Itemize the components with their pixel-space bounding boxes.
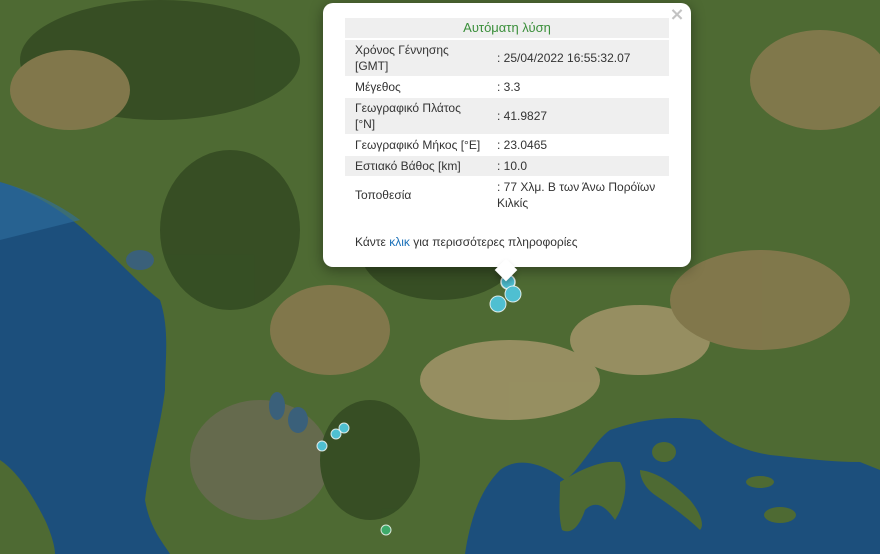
island-3 <box>764 507 796 523</box>
thasos-island <box>652 442 676 462</box>
earthquake-popup: × Αυτόματη λύση Χρόνος Γέννησης [GMT] : … <box>323 3 691 267</box>
popup-title: Αυτόματη λύση <box>345 18 669 38</box>
value-origin-time: : 25/04/2022 16:55:32.07 <box>487 40 669 76</box>
row-magnitude: Μέγεθος : 3.3 <box>345 77 669 97</box>
value-longitude: : 23.0465 <box>497 138 548 152</box>
row-depth: Εστιακό Βάθος [km] : 10.0 <box>345 156 669 176</box>
earthquake-marker[interactable] <box>330 428 342 440</box>
earthquake-info-table: Χρόνος Γέννησης [GMT] : 25/04/2022 16:55… <box>345 39 669 214</box>
earthquake-marker[interactable] <box>489 295 507 313</box>
label-location: Τοποθεσία <box>355 188 412 202</box>
value-location: : 77 Χλμ. Β των Άνω Πορόϊων Κιλκίς <box>497 180 656 210</box>
more-suffix: για περισσότερες πληροφορίες <box>413 235 578 249</box>
row-origin-time: Χρόνος Γέννησης [GMT] : 25/04/2022 16:55… <box>345 40 669 76</box>
earthquake-marker[interactable] <box>316 440 328 452</box>
lake-shkoder <box>126 250 154 270</box>
value-magnitude: : 3.3 <box>497 80 521 94</box>
more-prefix: Κάντε <box>355 235 386 249</box>
label-latitude: Γεωγραφικό Πλάτος [°N] <box>345 98 487 134</box>
label-origin-time: Χρόνος Γέννησης [GMT] <box>345 40 487 76</box>
label-longitude: Γεωγραφικό Μήκος [°E] <box>355 138 481 152</box>
earthquake-marker[interactable] <box>380 524 392 536</box>
island-2 <box>746 476 774 488</box>
row-location: Τοποθεσία : 77 Χλμ. Β των Άνω Πορόϊων Κι… <box>345 177 669 213</box>
more-info-link[interactable]: κλικ <box>389 235 410 249</box>
label-magnitude: Μέγεθος <box>355 80 401 94</box>
lake-prespa <box>288 407 308 433</box>
earthquake-marker[interactable] <box>504 285 522 303</box>
lake-ohrid <box>269 392 285 420</box>
row-latitude: Γεωγραφικό Πλάτος [°N] : 41.9827 <box>345 98 669 134</box>
close-icon[interactable]: × <box>669 6 685 24</box>
more-info-line: Κάντε κλικ για περισσότερες πληροφορίες <box>355 235 578 249</box>
row-longitude: Γεωγραφικό Μήκος [°E] : 23.0465 <box>345 135 669 155</box>
label-depth: Εστιακό Βάθος [km] <box>345 156 487 176</box>
value-depth: : 10.0 <box>487 156 669 176</box>
value-latitude: : 41.9827 <box>487 98 669 134</box>
